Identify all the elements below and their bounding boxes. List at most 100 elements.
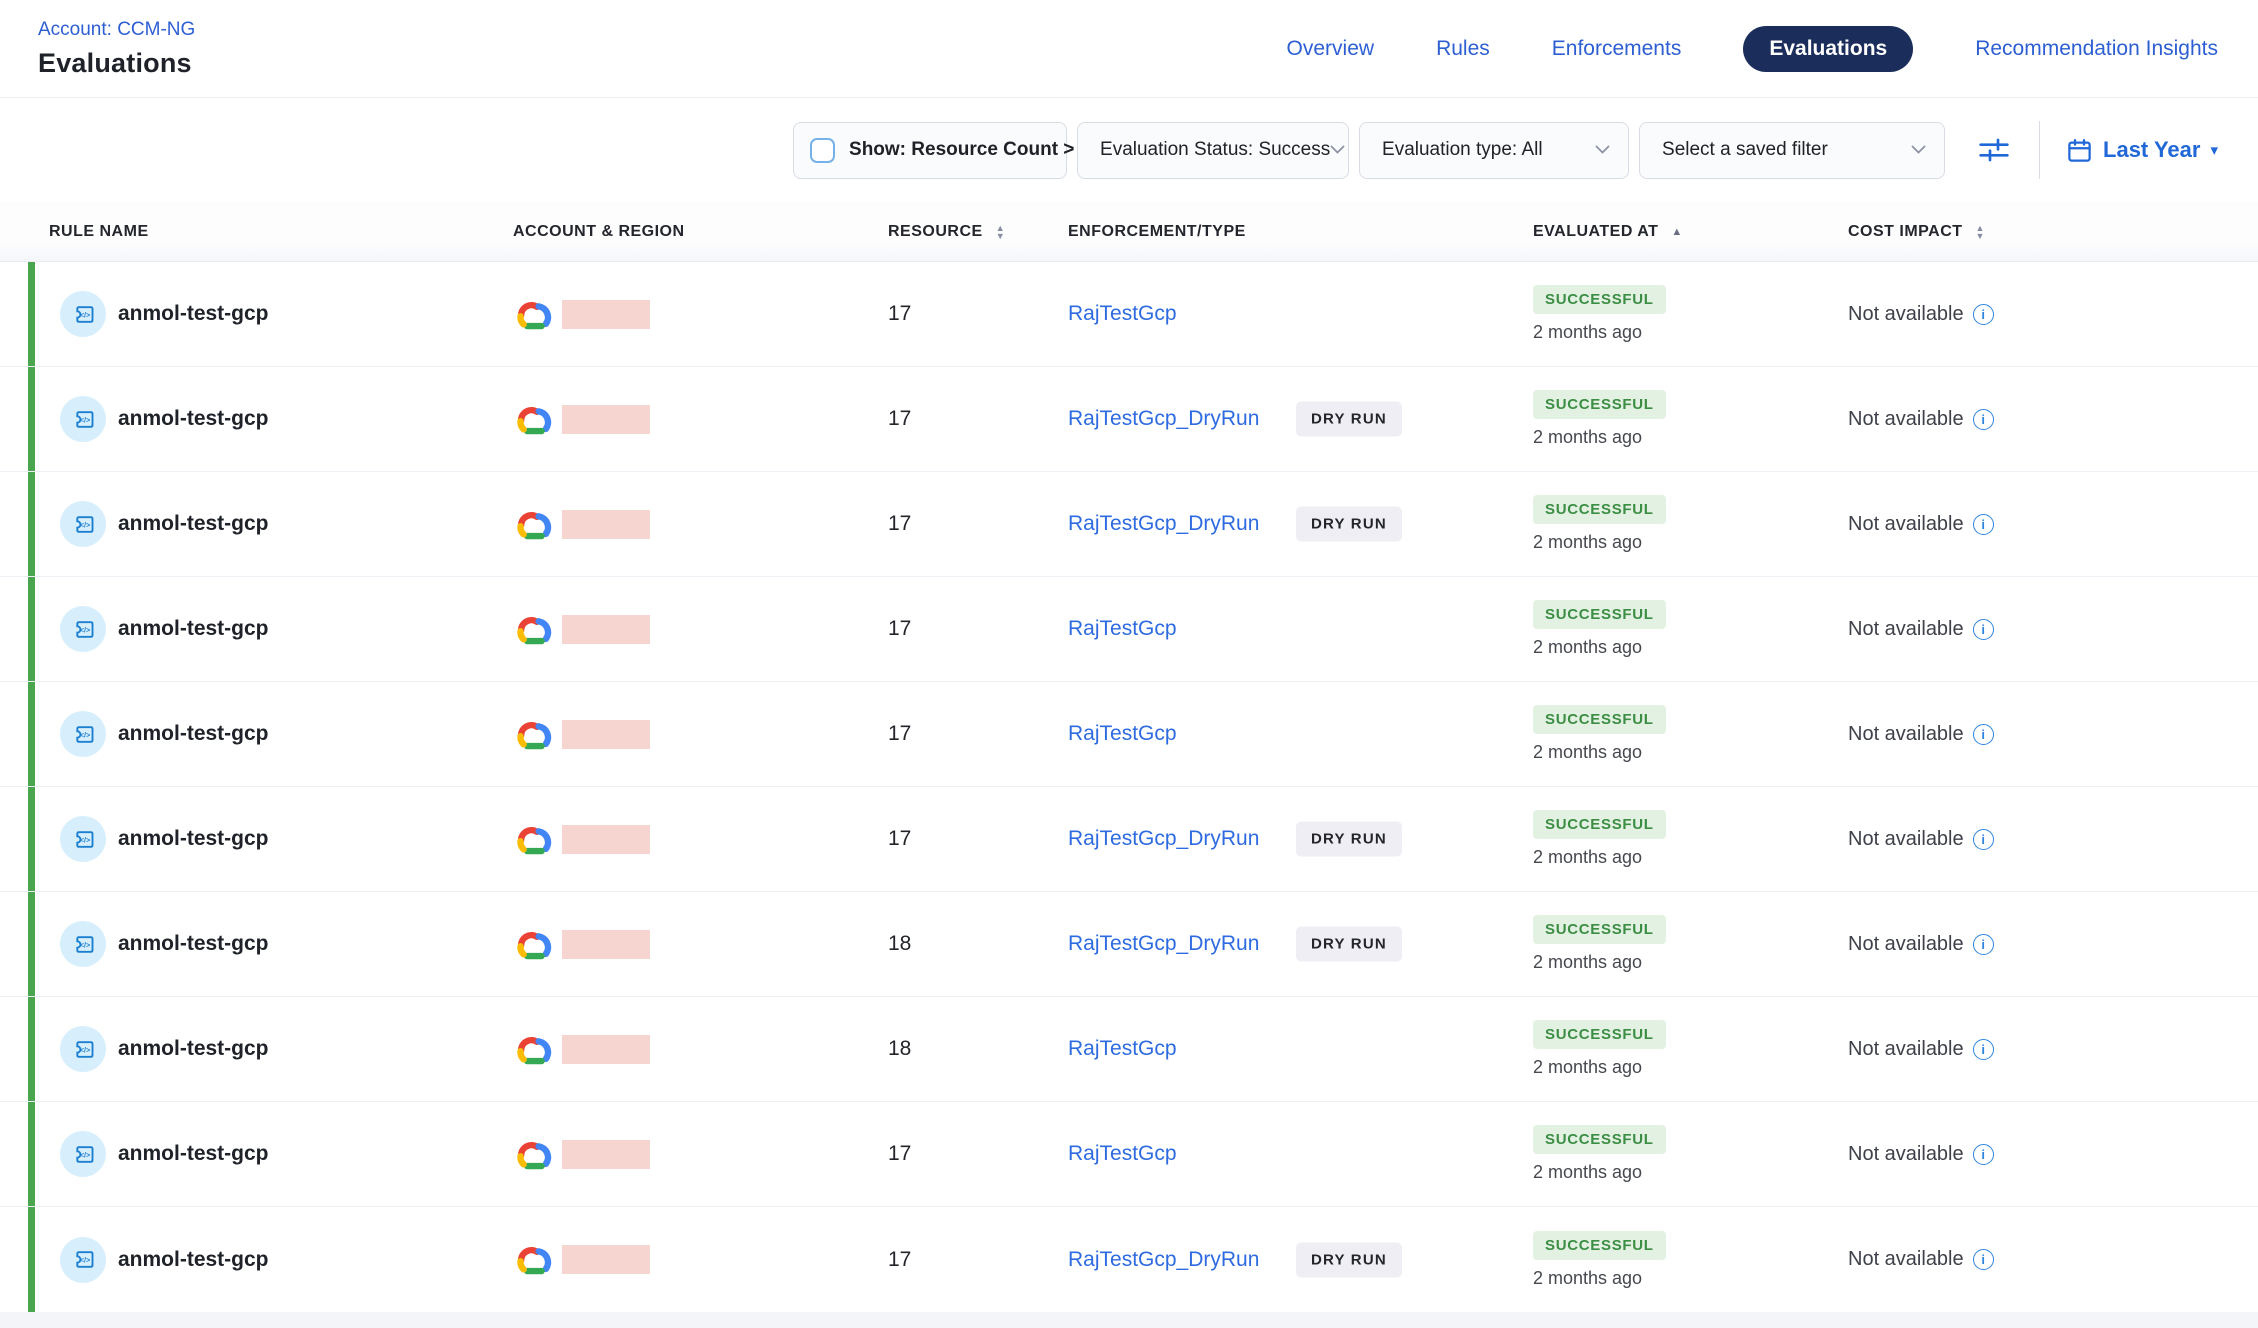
enforcement-link[interactable]: RajTestGcp_DryRun bbox=[1068, 407, 1259, 431]
evaluated-time: 2 months ago bbox=[1533, 742, 1642, 763]
gcp-logo-icon bbox=[513, 402, 554, 437]
rule-name: anmol-test-gcp bbox=[118, 932, 269, 956]
cost-impact-cell: Not available i bbox=[1848, 1248, 2258, 1271]
evaluation-status-dropdown[interactable]: Evaluation Status: Success bbox=[1077, 122, 1349, 179]
svg-text:</>: </> bbox=[79, 310, 89, 319]
info-icon[interactable]: i bbox=[1973, 1249, 1994, 1270]
enforcement-link[interactable]: RajTestGcp bbox=[1068, 617, 1177, 641]
saved-filter-dropdown[interactable]: Select a saved filter bbox=[1639, 122, 1945, 179]
cost-impact-value: Not available bbox=[1848, 408, 1964, 431]
resource-cell: 17 bbox=[883, 512, 1068, 536]
rule-icon: </> bbox=[60, 1026, 106, 1072]
gcp-logo-icon bbox=[513, 1032, 554, 1067]
evaluation-row[interactable]: </> anmol-test-gcp 18 RajTestGcp_DryRun … bbox=[0, 892, 2258, 997]
column-header-enforcement-type: ENFORCEMENT/TYPE bbox=[1068, 223, 1533, 241]
page-title: Evaluations bbox=[38, 48, 195, 79]
enforcement-link[interactable]: RajTestGcp bbox=[1068, 302, 1177, 326]
breadcrumb-account-link[interactable]: Account: CCM-NG bbox=[38, 19, 195, 41]
resource-count-label: Show: Resource Count > 0 bbox=[849, 139, 1090, 161]
info-icon[interactable]: i bbox=[1973, 619, 1994, 640]
resource-cell: 17 bbox=[883, 827, 1068, 851]
column-header-evaluated-at[interactable]: EVALUATED AT ▲ bbox=[1533, 223, 1848, 241]
evaluation-row[interactable]: </> anmol-test-gcp 17 RajTestGcp SUCCESS… bbox=[0, 682, 2258, 787]
gcp-logo-icon bbox=[513, 612, 554, 647]
account-region-cell bbox=[513, 1032, 883, 1067]
account-region-cell bbox=[513, 1137, 883, 1172]
info-icon[interactable]: i bbox=[1973, 514, 1994, 535]
column-header-resource[interactable]: RESOURCE ▲▼ bbox=[883, 223, 1068, 241]
evaluated-time: 2 months ago bbox=[1533, 1268, 1642, 1289]
cost-impact-cell: Not available i bbox=[1848, 618, 2258, 641]
enforcement-link[interactable]: RajTestGcp bbox=[1068, 1142, 1177, 1166]
gcp-logo-icon bbox=[513, 297, 554, 332]
evaluated-at-cell: SUCCESSFUL 2 months ago bbox=[1533, 495, 1848, 553]
column-header-account-region: ACCOUNT & REGION bbox=[513, 223, 883, 241]
rule-name: anmol-test-gcp bbox=[118, 1248, 269, 1272]
resource-cell: 17 bbox=[883, 1142, 1068, 1166]
evaluated-at-cell: SUCCESSFUL 2 months ago bbox=[1533, 1020, 1848, 1078]
enforcement-link[interactable]: RajTestGcp_DryRun bbox=[1068, 512, 1259, 536]
rule-name: anmol-test-gcp bbox=[118, 1037, 269, 1061]
evaluation-row[interactable]: </> anmol-test-gcp 17 RajTestGcp SUCCESS… bbox=[0, 1102, 2258, 1207]
rule-icon: </> bbox=[60, 606, 106, 652]
evaluation-row[interactable]: </> anmol-test-gcp 17 RajTestGcp_DryRun … bbox=[0, 472, 2258, 577]
gcp-logo-icon bbox=[513, 717, 554, 752]
info-icon[interactable]: i bbox=[1973, 304, 1994, 325]
resource-count: 17 bbox=[883, 722, 911, 746]
nav-tab-recommendation-insights[interactable]: Recommendation Insights bbox=[1975, 37, 2218, 61]
rule-icon: </> bbox=[60, 1237, 106, 1283]
evaluation-row[interactable]: </> anmol-test-gcp 17 RajTestGcp_DryRun … bbox=[0, 367, 2258, 472]
column-header-label: EVALUATED AT bbox=[1533, 223, 1658, 241]
date-range-value: Last Year bbox=[2103, 137, 2200, 163]
resource-count-filter-toggle[interactable]: Show: Resource Count > 0 bbox=[793, 122, 1067, 179]
page-bottom-strip bbox=[0, 1312, 2258, 1328]
nav-tab-enforcements[interactable]: Enforcements bbox=[1552, 37, 1682, 61]
dry-run-badge: DRY RUN bbox=[1296, 822, 1402, 857]
page-header: Account: CCM-NG Evaluations Overview Rule… bbox=[0, 0, 2258, 98]
enforcement-link[interactable]: RajTestGcp_DryRun bbox=[1068, 932, 1259, 956]
chevron-down-icon bbox=[1595, 145, 1610, 155]
enforcement-link[interactable]: RajTestGcp_DryRun bbox=[1068, 827, 1259, 851]
info-icon[interactable]: i bbox=[1973, 1039, 1994, 1060]
enforcement-link[interactable]: RajTestGcp bbox=[1068, 1037, 1177, 1061]
evaluation-row[interactable]: </> anmol-test-gcp 17 RajTestGcp SUCCESS… bbox=[0, 577, 2258, 682]
nav-tab-evaluations[interactable]: Evaluations bbox=[1743, 26, 1913, 72]
cost-impact-value: Not available bbox=[1848, 1143, 1964, 1166]
enforcement-link[interactable]: RajTestGcp_DryRun bbox=[1068, 1248, 1259, 1272]
info-icon[interactable]: i bbox=[1973, 409, 1994, 430]
table-header-row: RULE NAME ACCOUNT & REGION RESOURCE ▲▼ E… bbox=[0, 202, 2258, 262]
evaluated-time: 2 months ago bbox=[1533, 1162, 1642, 1183]
filter-settings-button[interactable] bbox=[1969, 125, 2019, 175]
evaluation-type-dropdown[interactable]: Evaluation type: All bbox=[1359, 122, 1629, 179]
info-icon[interactable]: i bbox=[1973, 1144, 1994, 1165]
nav-tab-overview[interactable]: Overview bbox=[1287, 37, 1375, 61]
chevron-down-icon bbox=[1911, 145, 1926, 155]
date-range-selector[interactable]: Last Year ▾ bbox=[2066, 137, 2218, 164]
info-icon[interactable]: i bbox=[1973, 934, 1994, 955]
rule-name-cell: </> anmol-test-gcp bbox=[36, 1131, 513, 1177]
rule-name: anmol-test-gcp bbox=[118, 827, 269, 851]
evaluation-row[interactable]: </> anmol-test-gcp 18 RajTestGcp SUCCESS… bbox=[0, 997, 2258, 1102]
nav-tab-rules[interactable]: Rules bbox=[1436, 37, 1490, 61]
resource-count-checkbox[interactable] bbox=[810, 138, 835, 163]
cost-impact-value: Not available bbox=[1848, 303, 1964, 326]
rule-name-cell: </> anmol-test-gcp bbox=[36, 606, 513, 652]
column-header-cost-impact[interactable]: COST IMPACT ▲▼ bbox=[1848, 223, 2258, 241]
evaluated-time: 2 months ago bbox=[1533, 532, 1642, 553]
column-header-rule-name: RULE NAME bbox=[36, 223, 513, 241]
status-badge: SUCCESSFUL bbox=[1533, 705, 1666, 734]
evaluated-time: 2 months ago bbox=[1533, 847, 1642, 868]
evaluation-row[interactable]: </> anmol-test-gcp 17 RajTestGcp_DryRun … bbox=[0, 1207, 2258, 1312]
account-name-redacted bbox=[562, 405, 650, 434]
info-icon[interactable]: i bbox=[1973, 829, 1994, 850]
evaluation-row[interactable]: </> anmol-test-gcp 17 RajTestGcp SUCCESS… bbox=[0, 262, 2258, 367]
evaluated-at-cell: SUCCESSFUL 2 months ago bbox=[1533, 285, 1848, 343]
enforcement-cell: RajTestGcp bbox=[1068, 722, 1533, 746]
status-badge: SUCCESSFUL bbox=[1533, 600, 1666, 629]
enforcement-link[interactable]: RajTestGcp bbox=[1068, 722, 1177, 746]
status-badge: SUCCESSFUL bbox=[1533, 495, 1666, 524]
evaluation-row[interactable]: </> anmol-test-gcp 17 RajTestGcp_DryRun … bbox=[0, 787, 2258, 892]
info-icon[interactable]: i bbox=[1973, 724, 1994, 745]
status-badge: SUCCESSFUL bbox=[1533, 1231, 1666, 1260]
account-region-cell bbox=[513, 612, 883, 647]
